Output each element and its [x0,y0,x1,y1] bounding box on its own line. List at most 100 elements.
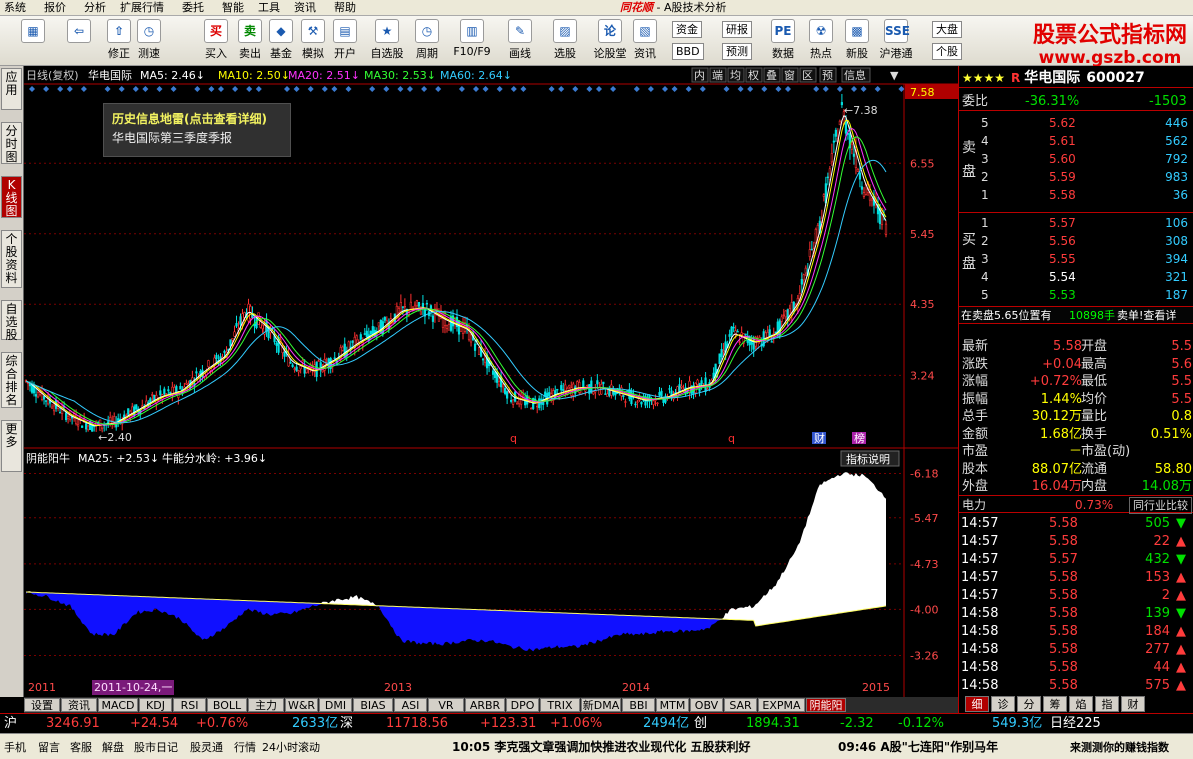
candle-body[interactable] [860,186,864,190]
candle-body[interactable] [491,370,495,375]
chart-button-0[interactable]: 内 [694,68,705,82]
candle-body[interactable] [832,140,835,143]
candle-body[interactable] [814,228,817,244]
status-item-4[interactable]: 股市日记 [134,739,178,755]
indicator-tab-2[interactable]: MACD [98,698,138,712]
candle-body[interactable] [800,278,803,285]
candle-body[interactable] [383,316,386,321]
buy-level-5[interactable]: 5 5.53 187 [959,286,1193,304]
quote-tab-4[interactable]: 焰 [1069,696,1093,712]
sell-price[interactable]: 5.62 [1049,114,1076,132]
candle-body[interactable] [195,371,198,374]
left-tab-5[interactable]: 综 合 排 名 [1,352,22,408]
candle-body[interactable] [38,392,42,395]
indicator-help-button[interactable]: 指标说明 [846,452,890,466]
toolbar-small-3[interactable]: 预测 [722,43,752,60]
candle-body[interactable] [167,389,170,392]
candle-body[interactable] [720,348,723,357]
candle-body[interactable] [564,384,567,391]
candle-body[interactable] [656,402,659,405]
sell-level-4[interactable]: 4 5.61 562 [959,132,1193,150]
candle-body[interactable] [317,360,320,362]
toolbar-button-19[interactable]: SSE 沪港通 [876,19,916,61]
candle-body[interactable] [397,308,400,314]
status-item-6[interactable]: 行情 [234,739,256,755]
news-ticker-3[interactable]: 来测测你的赚钱指数 [1070,739,1169,755]
indicator-tab-13[interactable]: DPO [506,698,539,712]
candle-body[interactable] [838,120,841,126]
candle-body[interactable] [215,355,218,359]
buy-price[interactable]: 5.57 [1049,214,1076,232]
toolbar-button-0[interactable]: ▦ [18,19,48,45]
cy-value[interactable]: 1894.31 [746,714,800,734]
menu-7[interactable]: 资讯 [294,0,316,15]
candle-body[interactable] [636,401,639,403]
candle-body[interactable] [498,381,501,386]
left-tab-3[interactable]: 个 股 资 料 [1,230,22,288]
candle-body[interactable] [744,333,747,336]
candle-body[interactable] [351,340,354,343]
tooltip-title[interactable]: 历史信息地雷(点击查看详细) [112,110,282,128]
candle-body[interactable] [445,325,449,329]
candle-body[interactable] [770,341,773,343]
candle-body[interactable] [85,423,88,430]
indicator-tab-14[interactable]: TRIX [540,698,580,712]
candle-body[interactable] [135,404,138,410]
candle-body[interactable] [728,334,731,337]
candle-body[interactable] [431,315,435,322]
candle-body[interactable] [403,305,406,308]
candle-body[interactable] [347,341,350,350]
toolbar-button-12[interactable]: ✎ 画线 [505,19,535,61]
order-notice[interactable]: 在卖盘5.65位置有 10898手 卖单!查看详 [959,306,1193,324]
candle-body[interactable] [42,395,46,400]
candle-body[interactable] [774,331,777,333]
candle-body[interactable] [44,400,48,402]
toolbar-small-2[interactable]: 研报 [722,21,752,38]
candle-body[interactable] [299,365,302,370]
candle-body[interactable] [858,172,862,180]
candle-body[interactable] [159,390,162,396]
candle-body[interactable] [802,274,805,281]
candle-body[interactable] [834,129,837,137]
indicator-tab-16[interactable]: BBI [622,698,655,712]
indicator-tab-1[interactable]: 资讯 [61,698,97,712]
candle-body[interactable] [399,302,402,312]
indicator-tab-19[interactable]: SAR [724,698,757,712]
left-tab-2[interactable]: K 线 图 [1,176,22,218]
candle-body[interactable] [592,391,595,395]
candle-body[interactable] [437,316,441,322]
candle-body[interactable] [658,392,661,396]
candle-body[interactable] [606,393,609,397]
quote-tab-5[interactable]: 指 [1095,696,1119,712]
toolbar-button-1[interactable]: ⇦ [64,19,94,45]
candle-body[interactable] [730,326,733,335]
toolbar-button-3[interactable]: ◷ 测速 [134,19,164,61]
candle-body[interactable] [810,248,813,251]
candle-body[interactable] [191,377,194,382]
news-ticker-1[interactable]: 10:05 李克强文章强调加快推进农业现代化 五股获利好 [452,738,751,755]
candle-body[interactable] [510,399,513,402]
candle-body[interactable] [289,362,292,364]
candle-body[interactable] [127,408,130,415]
left-tab-6[interactable]: 更 多 [1,420,22,472]
sz-value[interactable]: 11718.56 [386,714,448,734]
toolbar-small-4[interactable]: 大盘 [932,21,962,38]
chart-button-7[interactable]: 预 [822,69,833,82]
candle-body[interactable] [355,335,358,341]
candle-body[interactable] [415,300,419,307]
candle-body[interactable] [233,331,236,337]
candle-body[interactable] [614,392,617,396]
kline-svg[interactable]: 日线(复权) 华电国际 MA5: 2.46↓ MA10: 2.50↓MA20: 2.5… [24,66,958,697]
candle-body[interactable] [804,267,807,274]
toolbar-button-4[interactable]: 买买入 [201,19,231,61]
candle-body[interactable] [556,388,559,391]
candle-body[interactable] [738,341,741,343]
candle-body[interactable] [421,303,425,308]
candle-body[interactable] [852,153,856,157]
candle-body[interactable] [77,424,80,427]
sector-name[interactable]: 电力 [962,496,986,514]
quote-tab-3[interactable]: 筹 [1043,696,1067,712]
indicator-tab-18[interactable]: OBV [690,698,723,712]
candle-body[interactable] [740,332,743,336]
sell-price[interactable]: 5.59 [1049,168,1076,186]
